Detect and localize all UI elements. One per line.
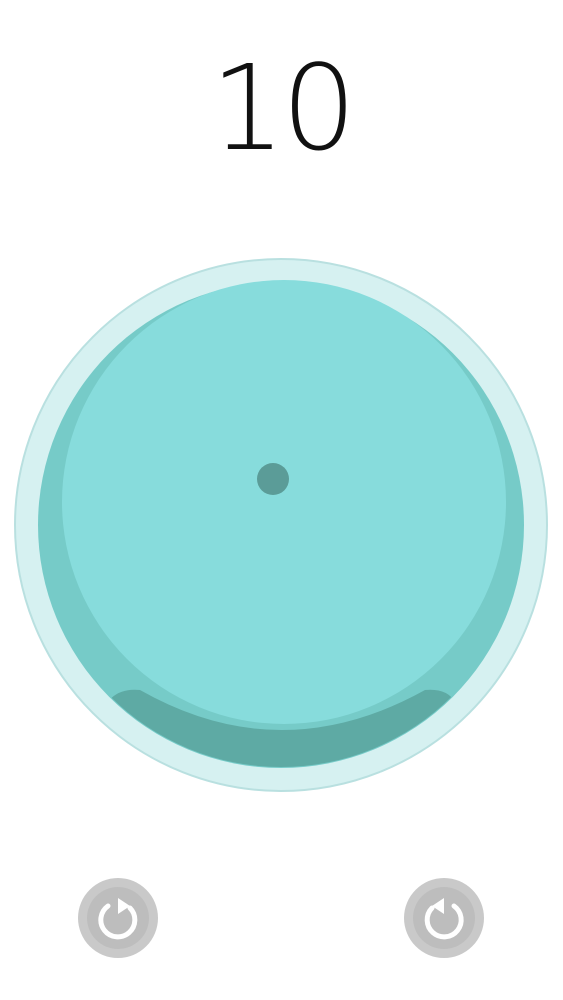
rotate-left-button[interactable] [78,878,158,958]
rotate-clockwise-icon [82,882,154,954]
circular-arena [14,258,548,792]
rotate-counterclockwise-icon [408,882,480,954]
ball-dot [257,463,289,495]
game-board[interactable] [0,250,563,810]
inner-face [62,280,506,724]
score-counter: 10 [210,39,356,177]
rotate-right-button[interactable] [404,878,484,958]
